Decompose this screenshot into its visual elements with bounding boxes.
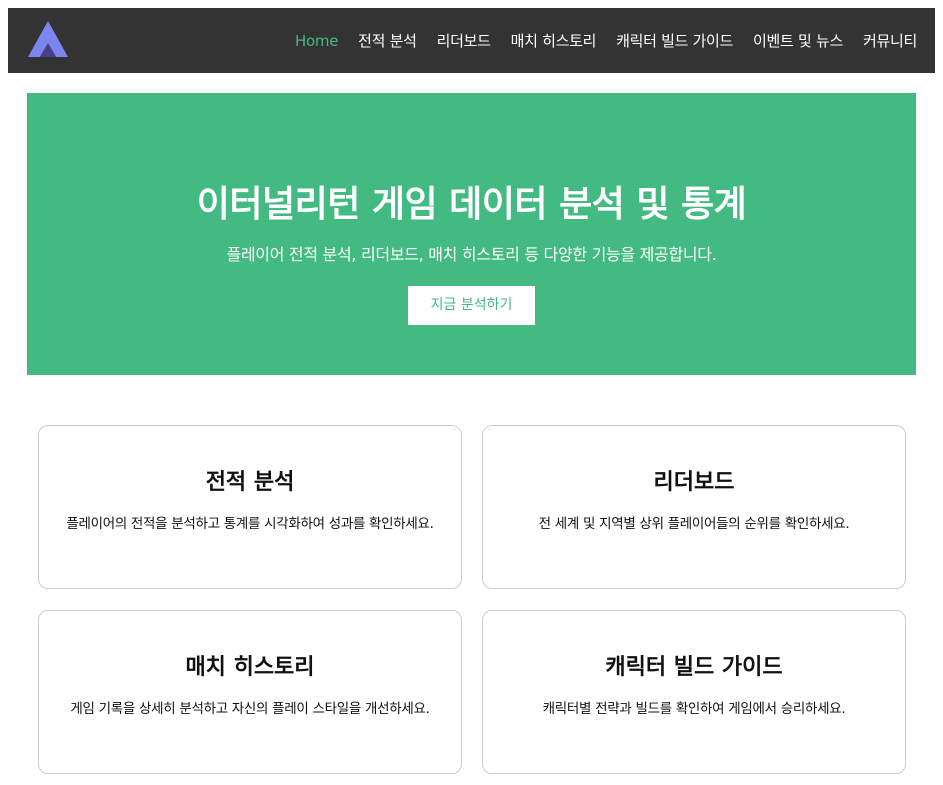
feature-card-stats-analysis[interactable]: 전적 분석 플레이어의 전적을 분석하고 통계를 시각화하여 성과를 확인하세요… — [38, 425, 462, 589]
feature-card-character-build-guide[interactable]: 캐릭터 빌드 가이드 캐릭터별 전략과 빌드를 확인하여 게임에서 승리하세요. — [482, 610, 906, 774]
nav-item-character-build-guide[interactable]: 캐릭터 빌드 가이드 — [616, 30, 733, 51]
hero-banner: 이터널리턴 게임 데이터 분석 및 통계 플레이어 전적 분석, 리더보드, 매… — [27, 93, 916, 375]
hero-subtitle: 플레이어 전적 분석, 리더보드, 매치 히스토리 등 다양한 기능을 제공합니… — [226, 245, 717, 264]
nav-item-stats-analysis[interactable]: 전적 분석 — [358, 30, 417, 51]
nav-links: Home 전적 분석 리더보드 매치 히스토리 캐릭터 빌드 가이드 이벤트 및… — [295, 8, 917, 73]
nav-item-match-history[interactable]: 매치 히스토리 — [511, 30, 597, 51]
triangle-logo-icon[interactable] — [28, 21, 68, 57]
card-description: 게임 기록을 상세히 분석하고 자신의 플레이 스타일을 개선하세요. — [70, 701, 430, 717]
feature-card-match-history[interactable]: 매치 히스토리 게임 기록을 상세히 분석하고 자신의 플레이 스타일을 개선하… — [38, 610, 462, 774]
nav-item-home[interactable]: Home — [295, 32, 338, 50]
nav-item-events-news[interactable]: 이벤트 및 뉴스 — [753, 30, 843, 51]
feature-card-leaderboard[interactable]: 리더보드 전 세계 및 지역별 상위 플레이어들의 순위를 확인하세요. — [482, 425, 906, 589]
analyze-now-button[interactable]: 지금 분석하기 — [408, 286, 535, 325]
card-title: 캐릭터 빌드 가이드 — [605, 655, 783, 680]
card-title: 매치 히스토리 — [185, 655, 315, 680]
card-title: 리더보드 — [653, 470, 735, 495]
top-navbar: Home 전적 분석 리더보드 매치 히스토리 캐릭터 빌드 가이드 이벤트 및… — [8, 8, 935, 73]
card-description: 캐릭터별 전략과 빌드를 확인하여 게임에서 승리하세요. — [542, 701, 846, 717]
nav-item-community[interactable]: 커뮤니티 — [863, 30, 917, 51]
card-title: 전적 분석 — [205, 470, 295, 495]
card-description: 전 세계 및 지역별 상위 플레이어들의 순위를 확인하세요. — [538, 516, 850, 532]
hero-title: 이터널리턴 게임 데이터 분석 및 통계 — [196, 184, 747, 225]
card-description: 플레이어의 전적을 분석하고 통계를 시각화하여 성과를 확인하세요. — [66, 516, 434, 532]
nav-item-leaderboard[interactable]: 리더보드 — [437, 30, 491, 51]
